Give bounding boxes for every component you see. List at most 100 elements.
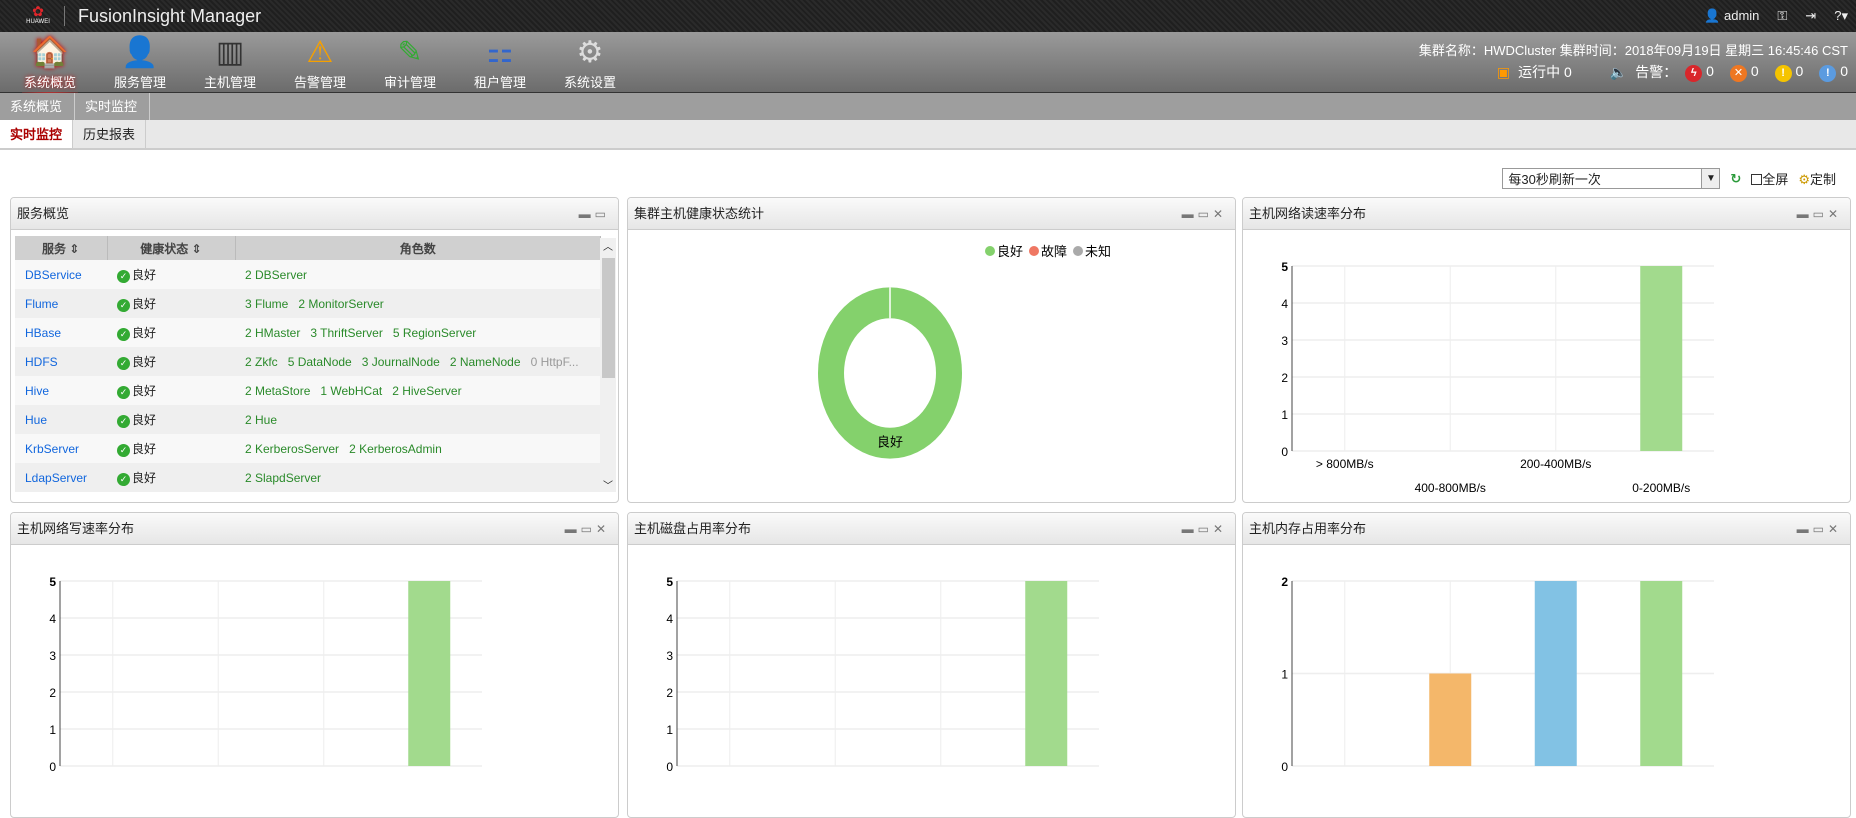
bar[interactable] xyxy=(1534,581,1577,766)
bar[interactable] xyxy=(1429,673,1472,767)
alarm-count-2[interactable]: ! 0 xyxy=(1774,63,1803,82)
healthy-check-icon: ✓ xyxy=(117,386,130,399)
role-count[interactable]: 3 JournalNode xyxy=(362,355,440,369)
fullscreen-checkbox[interactable]: 全屏 xyxy=(1751,169,1788,188)
y-tick-label: 1 xyxy=(1281,408,1288,422)
healthy-check-icon: ✓ xyxy=(117,299,130,312)
health-status: 良好 xyxy=(132,297,157,311)
y-tick-label: 5 xyxy=(49,575,56,589)
role-count[interactable]: 3 ThriftServer xyxy=(310,326,382,340)
maximize-icon[interactable]: ▭ xyxy=(595,207,610,221)
breadcrumb-item[interactable]: 系统概览 xyxy=(0,93,76,120)
minimize-icon[interactable]: ▬ xyxy=(579,207,595,221)
service-link[interactable]: KrbServer xyxy=(15,434,107,463)
nav-gear[interactable]: ⚙ 系统设置 xyxy=(552,34,628,91)
minimize-icon[interactable]: ▬ xyxy=(1797,522,1813,536)
close-icon[interactable]: ✕ xyxy=(1828,207,1842,221)
bar[interactable] xyxy=(1640,581,1683,766)
minimize-icon[interactable]: ▬ xyxy=(1182,522,1198,536)
role-count[interactable]: 5 RegionServer xyxy=(393,326,476,340)
chart: 0 1 2 3 4 5 xyxy=(49,575,482,774)
chevron-down-icon: ▼ xyxy=(1701,169,1720,188)
mem-panel: 主机内存占用率分布 ▬▭✕ 0 1 2 xyxy=(1242,512,1851,818)
role-count[interactable]: 2 KerberosAdmin xyxy=(349,442,442,456)
maximize-icon[interactable]: ▭ xyxy=(1813,522,1828,536)
role-count[interactable]: 2 HMaster xyxy=(245,326,300,340)
nav-server[interactable]: ▥ 主机管理 xyxy=(192,34,268,91)
close-icon[interactable]: ✕ xyxy=(1828,522,1842,536)
role-count[interactable]: 2 MetaStore xyxy=(245,384,310,398)
logout-icon[interactable]: ⇥ xyxy=(1805,8,1816,24)
nav-home[interactable]: 🏠 系统概览 xyxy=(12,34,88,94)
task-icon[interactable]: ▣ xyxy=(1497,64,1510,81)
sound-icon[interactable]: 🔈 xyxy=(1610,64,1627,81)
service-link[interactable]: LdapServer xyxy=(15,463,107,492)
scrollbar-thumb[interactable] xyxy=(602,258,615,378)
alarm-count-0[interactable]: ϟ 0 xyxy=(1685,63,1714,82)
role-count[interactable]: 2 HiveServer xyxy=(392,384,461,398)
chart: 0 1 2 3 4 5 > 800MB/s 400-800MB/s 200-400MB/s 0-2… xyxy=(1281,260,1714,495)
legend-label[interactable]: 故障 xyxy=(1041,244,1067,259)
netwrite-panel: 主机网络写速率分布 ▬▭✕ 0 1 2 3 4 5 xyxy=(10,512,619,818)
nav-audit[interactable]: ✎ 审计管理 xyxy=(372,34,448,91)
column-header-service[interactable]: 服务 ⇕ xyxy=(15,236,108,260)
nav-tenant[interactable]: ⚏ 租户管理 xyxy=(462,34,538,91)
customize-button[interactable]: ⚙定制 xyxy=(1798,169,1836,188)
role-count[interactable]: 5 DataNode xyxy=(288,355,352,369)
bar[interactable] xyxy=(1640,266,1683,451)
key-icon[interactable]: ⚿ xyxy=(1777,8,1787,24)
minimize-icon[interactable]: ▬ xyxy=(565,522,581,536)
tab-realtime[interactable]: 实时监控 xyxy=(0,120,74,148)
service-link[interactable]: Hive xyxy=(15,376,107,405)
table-row: Hive ✓ 良好 2 MetaStore 1 WebHCat 2 HiveServe… xyxy=(15,376,601,405)
tab-history[interactable]: 历史报表 xyxy=(73,120,147,148)
column-header-health[interactable]: 健康状态 ⇕ xyxy=(107,236,236,260)
role-count[interactable]: 2 DBServer xyxy=(245,268,307,282)
help-menu[interactable]: ?▾ xyxy=(1834,8,1848,24)
refresh-icon[interactable]: ↻ xyxy=(1730,171,1741,187)
table-row: DBService ✓ 良好 2 DBServer xyxy=(15,260,601,289)
role-count[interactable]: 1 WebHCat xyxy=(320,384,382,398)
service-link[interactable]: HBase xyxy=(15,318,107,347)
scrollbar[interactable]: ︿ ﹀ xyxy=(600,238,616,492)
nav-service[interactable]: 👤 服务管理 xyxy=(102,34,178,91)
role-count[interactable]: 2 SlapdServer xyxy=(245,471,321,485)
legend-marker xyxy=(1029,246,1039,256)
alarm-severity-icon: ✕ xyxy=(1729,64,1747,82)
legend-label[interactable]: 未知 xyxy=(1085,244,1111,259)
health-status: 良好 xyxy=(132,384,157,398)
y-tick-label: 0 xyxy=(49,760,56,774)
minimize-icon[interactable]: ▬ xyxy=(1797,207,1813,221)
role-count[interactable]: 2 Zkfc xyxy=(245,355,278,369)
minimize-icon[interactable]: ▬ xyxy=(1182,207,1198,221)
maximize-icon[interactable]: ▭ xyxy=(1198,522,1213,536)
nav-label: 主机管理 xyxy=(203,75,256,90)
maximize-icon[interactable]: ▭ xyxy=(581,522,596,536)
role-count[interactable]: 2 KerberosServer xyxy=(245,442,339,456)
close-icon[interactable]: ✕ xyxy=(1213,207,1227,221)
role-count[interactable]: 2 MonitorServer xyxy=(298,297,383,311)
user-menu[interactable]: 👤 admin xyxy=(1704,8,1759,24)
running-tasks[interactable]: 运行中 0 xyxy=(1518,62,1572,82)
bar[interactable] xyxy=(1025,581,1068,766)
alarm-count-3[interactable]: ! 0 xyxy=(1819,63,1848,82)
refresh-select[interactable]: 每30秒刷新一次 ▼ xyxy=(1502,168,1721,189)
legend-label[interactable]: 良好 xyxy=(997,244,1023,259)
role-count[interactable]: 2 Hue xyxy=(245,413,277,427)
role-count[interactable]: 2 NameNode xyxy=(450,355,521,369)
service-link[interactable]: Hue xyxy=(15,405,107,434)
role-count[interactable]: 3 Flume xyxy=(245,297,288,311)
close-icon[interactable]: ✕ xyxy=(596,522,610,536)
table-row: Flume ✓ 良好 3 Flume 2 MonitorServer xyxy=(15,289,601,318)
maximize-icon[interactable]: ▭ xyxy=(1813,207,1828,221)
service-link[interactable]: DBService xyxy=(15,260,107,289)
bar[interactable] xyxy=(408,581,451,766)
service-link[interactable]: HDFS xyxy=(15,347,107,376)
nav-warning[interactable]: ⚠ 告警管理 xyxy=(282,34,358,91)
service-link[interactable]: Flume xyxy=(15,289,107,318)
close-icon[interactable]: ✕ xyxy=(1213,522,1227,536)
maximize-icon[interactable]: ▭ xyxy=(1198,207,1213,221)
breadcrumb-item[interactable]: 实时监控 xyxy=(75,93,151,120)
alarm-count-1[interactable]: ✕ 0 xyxy=(1729,63,1759,82)
role-count[interactable]: 0 HttpF... xyxy=(531,355,579,369)
